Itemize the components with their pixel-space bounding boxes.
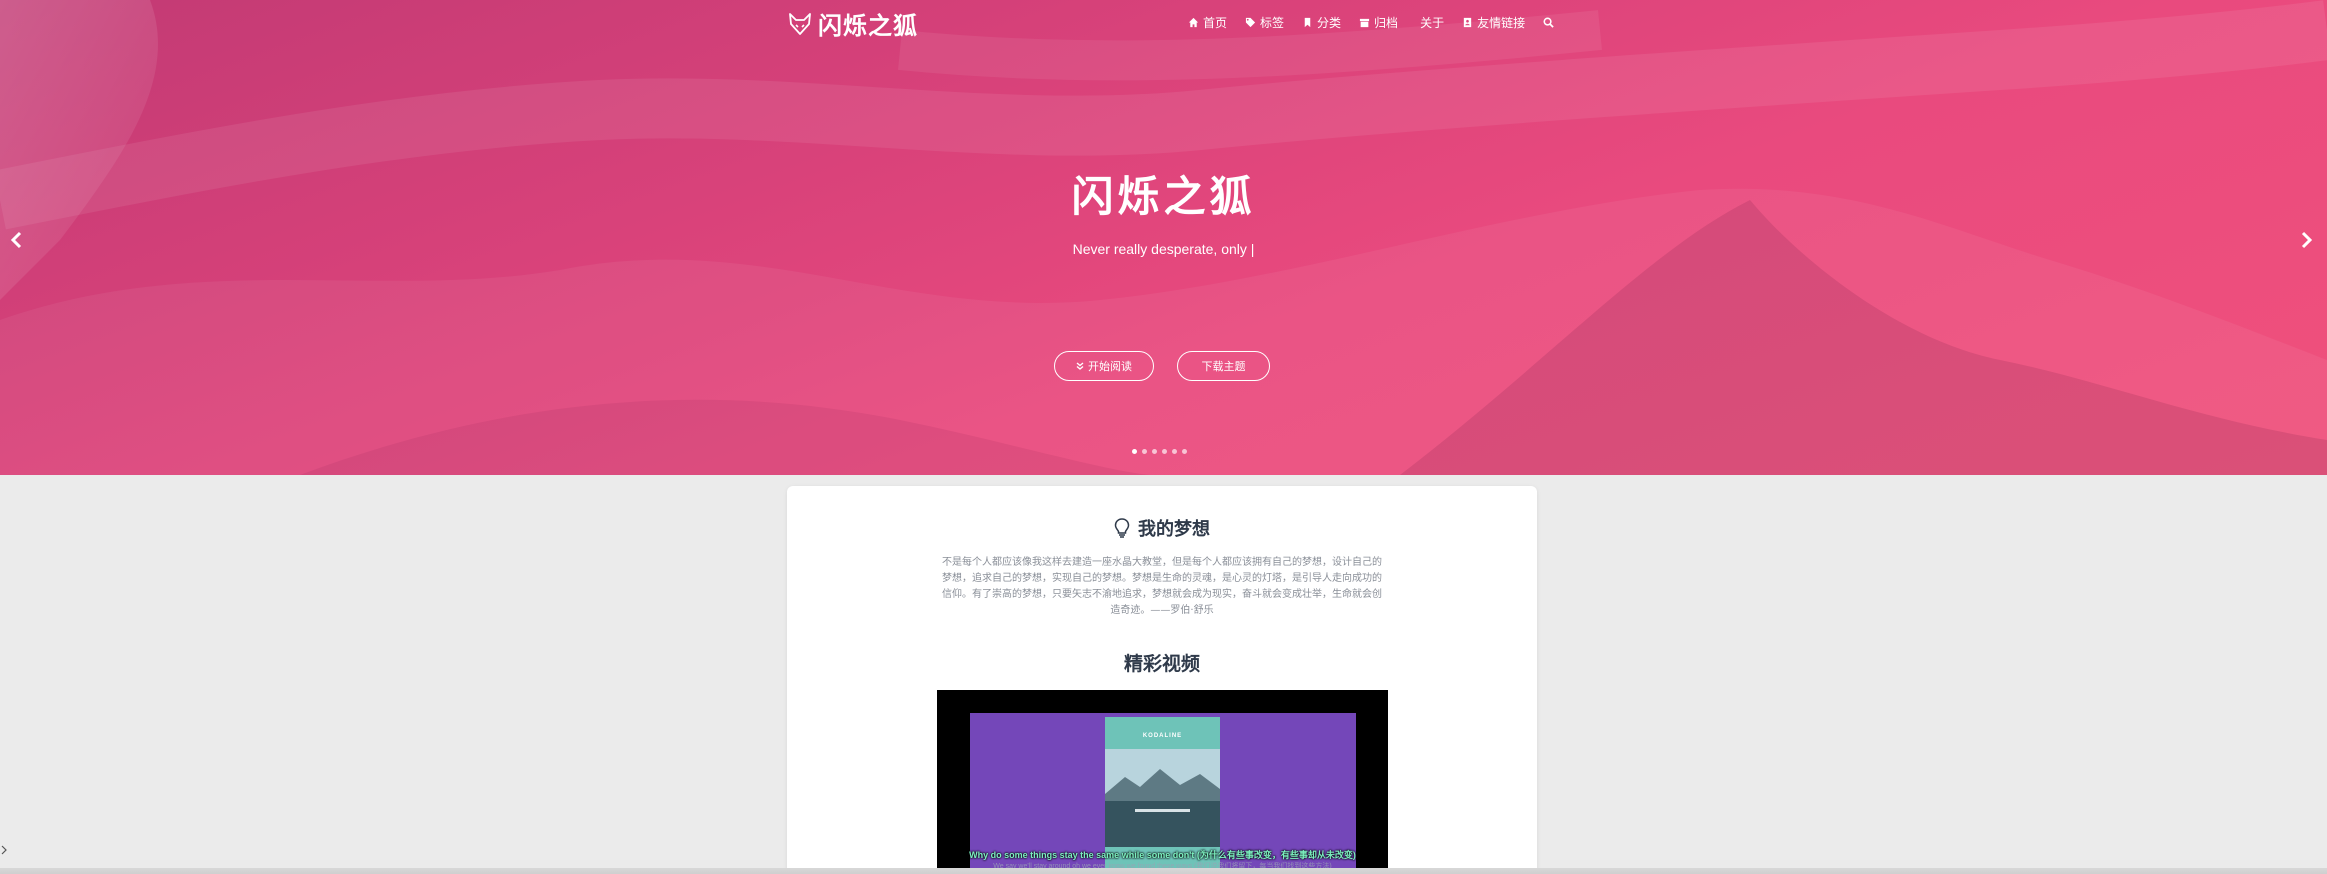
- download-theme-label: 下载主题: [1201, 360, 1246, 373]
- side-toggle-chevron-icon[interactable]: [1, 845, 7, 855]
- lake-mountain-image: [1105, 749, 1220, 864]
- start-reading-label: 开始阅读: [1088, 360, 1132, 373]
- dream-heading: 我的梦想: [787, 515, 1537, 541]
- nav-item-about[interactable]: 关于: [1420, 14, 1444, 31]
- hero-subtitle: Never really desperate, only |: [1072, 241, 1255, 257]
- nav-item-label: 标签: [1260, 16, 1285, 30]
- search-button[interactable]: [1543, 17, 1554, 28]
- hero-background-texture: [0, 0, 2327, 475]
- hero-title: 闪烁之狐: [1071, 172, 1256, 221]
- content-card: 我的梦想 不是每个人都应该像我这样去建造一座水晶大教堂，但是每个人都应该拥有自己…: [787, 486, 1537, 874]
- nav-item-label: 分类: [1317, 16, 1342, 30]
- slide-dot[interactable]: [1142, 449, 1147, 454]
- start-reading-button[interactable]: 开始阅读: [1054, 351, 1154, 381]
- double-chevron-down-icon: [1076, 362, 1084, 370]
- tags-icon: [1245, 17, 1256, 28]
- video-player[interactable]: KODALINE Why do some things stay the sam…: [937, 690, 1388, 874]
- phone-brand-text: KODALINE: [1142, 733, 1183, 739]
- video-subtitle-line1: Why do some things stay the same while s…: [969, 850, 1356, 860]
- nav-item-label: 首页: [1203, 16, 1228, 30]
- site-logo[interactable]: 闪烁之狐: [788, 6, 918, 41]
- dream-paragraph: 不是每个人都应该像我这样去建造一座水晶大教堂，但是每个人都应该拥有自己的梦想，设…: [942, 557, 1382, 616]
- main-nav: 首页 标签 分类 归档 关于 友情链接: [1188, 14, 1554, 31]
- slide-dot[interactable]: [1162, 449, 1167, 454]
- home-icon: [1188, 17, 1199, 28]
- logo-text: 闪烁之狐: [818, 12, 918, 40]
- video-section-title: 精彩视频: [1123, 653, 1200, 675]
- archive-icon: [1359, 18, 1370, 28]
- top-navbar: 闪烁之狐 首页 标签 分类 归档 关于 友情链接: [0, 0, 2327, 44]
- hero-banner: 闪烁之狐 首页 标签 分类 归档 关于 友情链接 闪烁之狐 Never real…: [0, 0, 2327, 475]
- bookmark-icon: [1304, 17, 1311, 28]
- slide-dot[interactable]: [1152, 449, 1157, 454]
- nav-item-friend-links[interactable]: 友情链接: [1462, 14, 1525, 31]
- slide-dot[interactable]: [1172, 449, 1177, 454]
- nav-item-archive[interactable]: 归档: [1359, 14, 1398, 31]
- nav-item-tags[interactable]: 标签: [1245, 14, 1284, 31]
- slide-dot[interactable]: [1132, 449, 1137, 454]
- fox-logo-icon: [789, 12, 811, 35]
- slide-indicators: [1132, 449, 1187, 454]
- nav-item-label: 关于: [1420, 16, 1445, 30]
- nav-item-categories[interactable]: 分类: [1302, 14, 1341, 31]
- dream-title: 我的梦想: [1138, 519, 1210, 540]
- nav-item-label: 友情链接: [1477, 16, 1526, 30]
- lightbulb-icon: [1114, 518, 1130, 538]
- slide-dot[interactable]: [1182, 449, 1187, 454]
- download-theme-button[interactable]: 下载主题: [1177, 351, 1270, 381]
- prev-slide-chevron-icon[interactable]: [7, 230, 27, 250]
- nav-item-home[interactable]: 首页: [1188, 14, 1227, 31]
- window-bottom-edge: [0, 868, 2327, 874]
- address-book-icon: [1463, 17, 1472, 28]
- next-slide-chevron-icon[interactable]: [2296, 230, 2316, 250]
- search-icon: [1543, 17, 1554, 28]
- nav-item-label: 归档: [1374, 16, 1399, 30]
